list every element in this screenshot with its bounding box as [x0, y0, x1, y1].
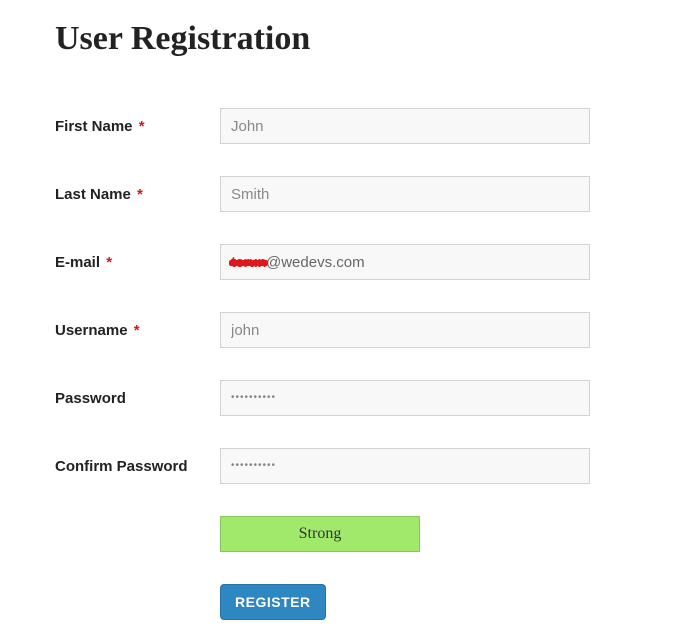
confirm-password-label: Confirm Password [55, 458, 220, 475]
confirm-password-row: Confirm Password •••••••••• [55, 448, 686, 484]
last-name-input[interactable] [220, 176, 590, 212]
password-row: Password •••••••••• [55, 380, 686, 416]
required-star: * [106, 254, 112, 271]
email-label: E-mail * [55, 254, 220, 271]
username-row: Username * [55, 312, 686, 348]
first-name-input[interactable] [220, 108, 590, 144]
email-row: E-mail * terun @wedevs.com [55, 244, 686, 280]
password-input[interactable]: •••••••••• [220, 380, 590, 416]
required-star: * [134, 322, 140, 339]
username-input[interactable] [220, 312, 590, 348]
last-name-row: Last Name * [55, 176, 686, 212]
page-title: User Registration [55, 20, 686, 58]
last-name-label: Last Name * [55, 186, 220, 203]
required-star: * [139, 118, 145, 135]
password-label: Password [55, 390, 220, 407]
first-name-label: First Name * [55, 118, 220, 135]
email-redacted-prefix: terun [231, 254, 266, 271]
confirm-password-input[interactable]: •••••••••• [220, 448, 590, 484]
email-suffix: @wedevs.com [266, 254, 365, 271]
submit-row: REGISTER [220, 584, 686, 620]
username-label: Username * [55, 322, 220, 339]
registration-form: First Name * Last Name * E-mail * terun … [55, 108, 686, 620]
first-name-row: First Name * [55, 108, 686, 144]
password-strength-row: Strong [220, 516, 686, 552]
register-button[interactable]: REGISTER [220, 584, 326, 620]
required-star: * [137, 186, 143, 203]
password-strength-badge: Strong [220, 516, 420, 552]
email-input[interactable]: terun @wedevs.com [220, 244, 590, 280]
